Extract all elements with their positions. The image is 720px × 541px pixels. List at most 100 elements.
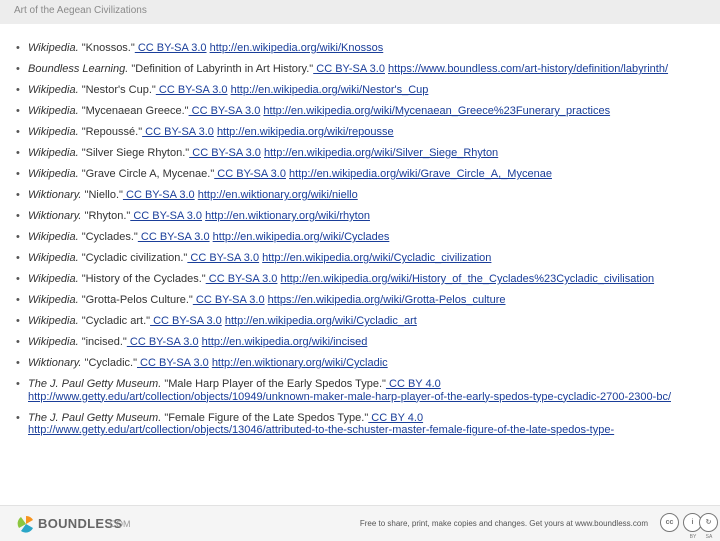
reference-item: • Wiktionary. "Rhyton." CC BY-SA 3.0 http… [14, 210, 704, 223]
license-link[interactable]: CC BY-SA 3.0 [156, 84, 228, 96]
reference-item: • Wikipedia. "Cyclades." CC BY-SA 3.0 htt… [14, 231, 704, 244]
license-link[interactable]: CC BY-SA 3.0 [187, 252, 259, 264]
reference-source: Boundless Learning. [28, 63, 129, 75]
reference-url-link[interactable]: http://en.wiktionary.org/wiki/niello [198, 189, 358, 201]
license-link[interactable]: CC BY-SA 3.0 [189, 105, 261, 117]
license-link[interactable]: CC BY-SA 3.0 [206, 273, 278, 285]
reference-title: "Grotta-Pelos Culture." [78, 294, 193, 306]
license-link[interactable]: CC BY-SA 3.0 [135, 42, 207, 54]
reference-source: Wiktionary. [28, 189, 82, 201]
reference-item: • Wikipedia. "Nestor's Cup." CC BY-SA 3.0… [14, 84, 704, 97]
reference-source: Wikipedia. [28, 294, 79, 306]
reference-item: • Wikipedia. "Grotta-Pelos Culture." CC B… [14, 294, 704, 307]
bullet-icon: • [16, 42, 20, 54]
reference-title: "Silver Siege Rhyton." [78, 147, 190, 159]
reference-item: • Wiktionary. "Cycladic." CC BY-SA 3.0 ht… [14, 357, 704, 370]
reference-item: • Wikipedia. "Mycenaean Greece." CC BY-SA… [14, 105, 704, 118]
bullet-icon: • [16, 210, 20, 222]
reference-item: • Wiktionary. "Niello." CC BY-SA 3.0 http… [14, 189, 704, 202]
references-list: • Wikipedia. "Knossos." CC BY-SA 3.0 http… [14, 42, 704, 437]
reference-source: Wikipedia. [28, 147, 79, 159]
bullet-icon: • [16, 294, 20, 306]
reference-url-link[interactable]: http://en.wiktionary.org/wiki/rhyton [205, 210, 370, 222]
reference-source: Wikipedia. [28, 315, 79, 327]
bullet-icon: • [16, 168, 20, 180]
license-link[interactable]: CC BY-SA 3.0 [137, 357, 209, 369]
reference-url-link[interactable]: http://www.getty.edu/art/collection/obje… [28, 391, 671, 403]
license-link[interactable]: CC BY-SA 3.0 [313, 63, 385, 75]
license-link[interactable]: CC BY-SA 3.0 [214, 168, 286, 180]
bullet-icon: • [16, 63, 20, 75]
reference-source: Wiktionary. [28, 357, 82, 369]
reference-source: Wikipedia. [28, 273, 79, 285]
license-link[interactable]: CC BY-SA 3.0 [138, 231, 210, 243]
reference-item: • Boundless Learning. "Definition of Laby… [14, 63, 704, 76]
reference-url-link[interactable]: http://en.wikipedia.org/wiki/Mycenaean_G… [263, 105, 610, 117]
license-link[interactable]: CC BY 4.0 [368, 412, 423, 424]
license-link[interactable]: CC BY 4.0 [386, 378, 441, 390]
license-notice: Free to share, print, make copies and ch… [359, 519, 648, 528]
logo-domain: .COM [107, 519, 131, 529]
reference-url-link[interactable]: http://en.wikipedia.org/wiki/Grave_Circl… [289, 168, 552, 180]
reference-title: "Knossos." [78, 42, 135, 54]
reference-item: • Wikipedia. "Knossos." CC BY-SA 3.0 http… [14, 42, 704, 55]
reference-url-link[interactable]: https://en.wikipedia.org/wiki/Grotta-Pel… [268, 294, 506, 306]
reference-url-link[interactable]: http://en.wikipedia.org/wiki/Cyclades [213, 231, 390, 243]
reference-source: Wikipedia. [28, 168, 79, 180]
license-link[interactable]: CC BY-SA 3.0 [150, 315, 222, 327]
license-link[interactable]: CC BY-SA 3.0 [193, 294, 265, 306]
reference-source: Wikipedia. [28, 252, 79, 264]
reference-url-link[interactable]: http://en.wikipedia.org/wiki/repousse [217, 126, 394, 138]
cc-icon: cc [660, 513, 679, 532]
license-link[interactable]: CC BY-SA 3.0 [130, 210, 202, 222]
slide-header: Art of the Aegean Civilizations [0, 0, 720, 24]
boundless-logo-icon [17, 515, 33, 533]
reference-source: Wikipedia. [28, 105, 79, 117]
cc-badge-caption: SA [705, 534, 713, 540]
reference-source: Wikipedia. [28, 42, 79, 54]
bullet-icon: • [16, 126, 20, 138]
reference-title: "Cycladic art." [78, 315, 151, 327]
reference-url-link[interactable]: https://www.boundless.com/art-history/de… [388, 63, 668, 75]
footer-bar: BOUNDLESS .COM Free to share, print, mak… [0, 505, 720, 541]
reference-item: • The J. Paul Getty Museum. "Female Figur… [14, 412, 704, 437]
bullet-icon: • [16, 105, 20, 117]
reference-title: "Mycenaean Greece." [78, 105, 189, 117]
reference-title: "History of the Cyclades." [78, 273, 206, 285]
reference-source: The J. Paul Getty Museum. [28, 411, 162, 424]
license-link[interactable]: CC BY-SA 3.0 [127, 336, 199, 348]
reference-item: • Wikipedia. "History of the Cyclades." C… [14, 273, 704, 286]
reference-url-link[interactable]: http://en.wikipedia.org/wiki/Cycladic_ar… [225, 315, 417, 327]
reference-url-link[interactable]: http://en.wikipedia.org/wiki/Silver_Sieg… [264, 147, 498, 159]
share-alike-icon: ↻ [699, 513, 718, 532]
references-area: • Wikipedia. "Knossos." CC BY-SA 3.0 http… [14, 42, 704, 497]
bullet-icon: • [16, 315, 20, 327]
reference-url-link[interactable]: http://www.getty.edu/art/collection/obje… [28, 424, 614, 436]
reference-url-link[interactable]: http://en.wikipedia.org/wiki/Knossos [210, 42, 384, 54]
reference-title: "Definition of Labyrinth in Art History.… [128, 63, 314, 75]
slide-title: Art of the Aegean Civilizations [14, 5, 147, 16]
license-link[interactable]: CC BY-SA 3.0 [189, 147, 261, 159]
reference-title: "Repoussé." [78, 126, 143, 138]
reference-title: "Cycladic." [81, 357, 137, 369]
reference-url-link[interactable]: http://en.wikipedia.org/wiki/Cycladic_ci… [262, 252, 491, 264]
license-link[interactable]: CC BY-SA 3.0 [123, 189, 195, 201]
reference-item: • Wikipedia. "Grave Circle A, Mycenae." C… [14, 168, 704, 181]
reference-item: • Wikipedia. "Silver Siege Rhyton." CC BY… [14, 147, 704, 160]
reference-url-link[interactable]: http://en.wiktionary.org/wiki/Cycladic [212, 357, 388, 369]
reference-url-link[interactable]: http://en.wikipedia.org/wiki/incised [202, 336, 368, 348]
reference-item: • The J. Paul Getty Museum. "Male Harp Pl… [14, 378, 704, 403]
license-link[interactable]: CC BY-SA 3.0 [142, 126, 214, 138]
reference-item: • Wikipedia. "Cycladic art." CC BY-SA 3.0… [14, 315, 704, 328]
bullet-icon: • [16, 273, 20, 285]
reference-item: • Wikipedia. "incised." CC BY-SA 3.0 http… [14, 336, 704, 349]
bullet-icon: • [16, 336, 20, 348]
reference-source: Wikipedia. [28, 336, 79, 348]
bullet-icon: • [16, 189, 20, 201]
reference-title: "Niello." [81, 189, 123, 201]
reference-url-link[interactable]: http://en.wikipedia.org/wiki/Nestor's_Cu… [231, 84, 429, 96]
reference-title: "Rhyton." [81, 210, 131, 222]
reference-url-link[interactable]: http://en.wikipedia.org/wiki/History_of_… [281, 273, 655, 285]
reference-source: Wiktionary. [28, 210, 82, 222]
bullet-icon: • [16, 231, 20, 243]
